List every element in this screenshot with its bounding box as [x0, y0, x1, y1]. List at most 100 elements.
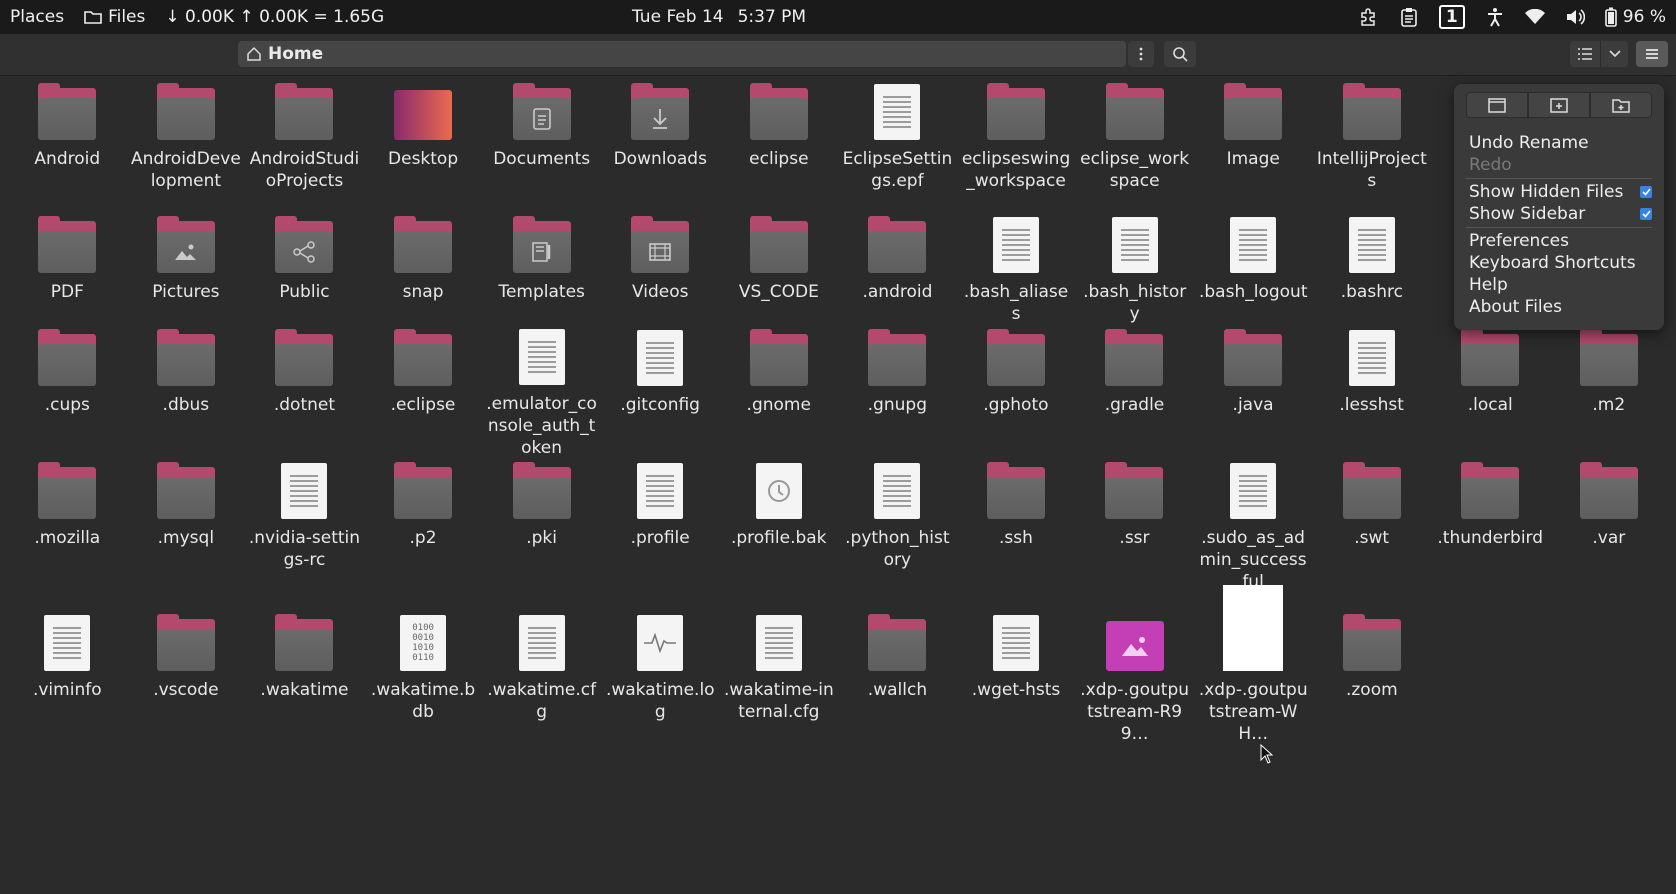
- folder-item[interactable]: Android: [8, 80, 127, 213]
- folder-item[interactable]: .local: [1431, 326, 1550, 459]
- folder-item[interactable]: .dbus: [127, 326, 246, 459]
- folder-icon: [393, 326, 453, 386]
- folder-item[interactable]: Templates: [482, 213, 601, 326]
- menu-show-hidden-files[interactable]: Show Hidden Files: [1466, 181, 1652, 203]
- accessibility-icon[interactable]: [1485, 7, 1505, 27]
- files-app-menu[interactable]: Files: [74, 7, 155, 27]
- volume-icon[interactable]: [1565, 7, 1585, 27]
- folder-item[interactable]: .vscode: [127, 611, 246, 761]
- folder-item[interactable]: eclipse_workspace: [1075, 80, 1194, 213]
- file-item[interactable]: .emulator_console_auth_token: [482, 326, 601, 459]
- folder-item[interactable]: Downloads: [601, 80, 720, 213]
- file-name: .bashrc: [1340, 282, 1403, 302]
- folder-item[interactable]: .ssh: [957, 459, 1076, 611]
- file-item[interactable]: .lesshst: [1312, 326, 1431, 459]
- new-tab-button[interactable]: [1528, 92, 1590, 118]
- file-item[interactable]: EclipseSettings.epf: [838, 80, 957, 213]
- folder-item[interactable]: IntellijProjects: [1313, 80, 1432, 213]
- folder-item[interactable]: eclipse: [720, 80, 839, 213]
- wifi-icon[interactable]: [1524, 7, 1545, 27]
- folder-item[interactable]: .swt: [1312, 459, 1431, 611]
- folder-item[interactable]: .pki: [482, 459, 601, 611]
- search-button[interactable]: [1164, 41, 1196, 67]
- list-view-button[interactable]: [1570, 41, 1600, 67]
- folder-item[interactable]: AndroidStudioProjects: [245, 80, 364, 213]
- folder-item[interactable]: .android: [838, 213, 957, 326]
- folder-item[interactable]: .cups: [8, 326, 127, 459]
- menu-show-sidebar[interactable]: Show Sidebar: [1466, 203, 1652, 225]
- folder-item[interactable]: snap: [364, 213, 483, 326]
- file-item[interactable]: .gitconfig: [601, 326, 720, 459]
- file-item[interactable]: .viminfo: [8, 611, 127, 761]
- file-item[interactable]: .wakatime-internal.cfg: [720, 611, 839, 761]
- file-item[interactable]: .bash_history: [1075, 213, 1194, 326]
- extensions-icon[interactable]: [1359, 7, 1379, 27]
- folder-icon: [986, 459, 1046, 519]
- folder-item[interactable]: .eclipse: [364, 326, 483, 459]
- places-menu[interactable]: Places: [0, 7, 74, 27]
- folder-item[interactable]: Image: [1194, 80, 1313, 213]
- folder-item[interactable]: Public: [245, 213, 364, 326]
- file-item[interactable]: 0100 0010 1010 0110 .wakatime.bdb: [364, 611, 483, 761]
- folder-item[interactable]: .mysql: [127, 459, 246, 611]
- folder-item[interactable]: AndroidDevelopment: [127, 80, 246, 213]
- file-item[interactable]: .nvidia-settings-rc: [245, 459, 364, 611]
- folder-item[interactable]: Pictures: [127, 213, 246, 326]
- menu-keyboard-shortcuts[interactable]: Keyboard Shortcuts: [1466, 252, 1652, 274]
- file-name: .gphoto: [983, 395, 1049, 415]
- file-item[interactable]: .wakatime.cfg: [482, 611, 601, 761]
- folder-item[interactable]: .zoom: [1313, 611, 1432, 761]
- file-row: .viminfo .vscode .wakatime 0100 0010 1010 0110…: [8, 585, 1668, 761]
- folder-icon: [37, 213, 97, 273]
- main-menu-button[interactable]: [1636, 41, 1668, 67]
- file-name: .cups: [44, 395, 90, 415]
- folder-item[interactable]: Videos: [601, 213, 720, 326]
- file-item[interactable]: .wakatime.log: [601, 611, 720, 761]
- file-item[interactable]: .profile.bak: [719, 459, 838, 611]
- file-item[interactable]: .python_history: [838, 459, 957, 611]
- file-item[interactable]: .xdp-.goutputstream-WH…: [1194, 585, 1313, 761]
- folder-item[interactable]: Documents: [482, 80, 601, 213]
- menu-preferences[interactable]: Preferences: [1466, 230, 1652, 252]
- clock[interactable]: Tue Feb 14 5:37 PM: [632, 0, 806, 34]
- folder-item[interactable]: .thunderbird: [1431, 459, 1550, 611]
- view-options-button[interactable]: [1600, 41, 1628, 67]
- folder-item[interactable]: .m2: [1550, 326, 1669, 459]
- file-item[interactable]: .bashrc: [1313, 213, 1432, 326]
- menu-help[interactable]: Help: [1466, 274, 1652, 296]
- location-menu-button[interactable]: [1128, 41, 1154, 67]
- battery-indicator[interactable]: 96 %: [1604, 7, 1666, 27]
- file-item[interactable]: .bash_logout: [1194, 213, 1313, 326]
- folder-item[interactable]: .p2: [364, 459, 483, 611]
- workspace-indicator[interactable]: 1: [1438, 5, 1465, 29]
- menu-undo-rename[interactable]: Undo Rename: [1466, 132, 1652, 154]
- folder-item[interactable]: .wakatime: [245, 611, 364, 761]
- folder-item[interactable]: .gradle: [1075, 326, 1194, 459]
- new-folder-button[interactable]: [1590, 92, 1652, 118]
- file-item[interactable]: .profile: [601, 459, 720, 611]
- new-window-button[interactable]: [1466, 92, 1528, 118]
- folder-item[interactable]: .gphoto: [957, 326, 1076, 459]
- folder-item[interactable]: .ssr: [1075, 459, 1194, 611]
- file-item[interactable]: .bash_aliases: [957, 213, 1076, 326]
- folder-item[interactable]: .wallch: [838, 611, 957, 761]
- folder-item[interactable]: VS_CODE: [720, 213, 839, 326]
- menu-about-files[interactable]: About Files: [1466, 296, 1652, 318]
- clipboard-icon[interactable]: [1399, 7, 1419, 27]
- folder-item[interactable]: .gnupg: [838, 326, 957, 459]
- sidebar-checkbox[interactable]: [1640, 208, 1652, 220]
- folder-item[interactable]: eclipseswing_workspace: [957, 80, 1076, 213]
- folder-item[interactable]: .gnome: [719, 326, 838, 459]
- file-item[interactable]: .xdp-.goutputstream-R99…: [1075, 611, 1194, 761]
- file-item[interactable]: Desktop: [364, 80, 483, 213]
- hidden-files-checkbox[interactable]: [1640, 186, 1652, 198]
- location-bar[interactable]: Home: [238, 41, 1126, 67]
- folder-item[interactable]: .dotnet: [245, 326, 364, 459]
- folder-item[interactable]: .java: [1194, 326, 1313, 459]
- folder-item[interactable]: PDF: [8, 213, 127, 326]
- folder-item[interactable]: .var: [1550, 459, 1669, 611]
- folder-item[interactable]: .mozilla: [8, 459, 127, 611]
- file-name: .wakatime-internal.cfg: [723, 680, 834, 722]
- file-item[interactable]: .wget-hsts: [957, 611, 1076, 761]
- netspeed-indicator[interactable]: ↓ 0.00K ↑ 0.00K = 1.65G: [155, 7, 394, 27]
